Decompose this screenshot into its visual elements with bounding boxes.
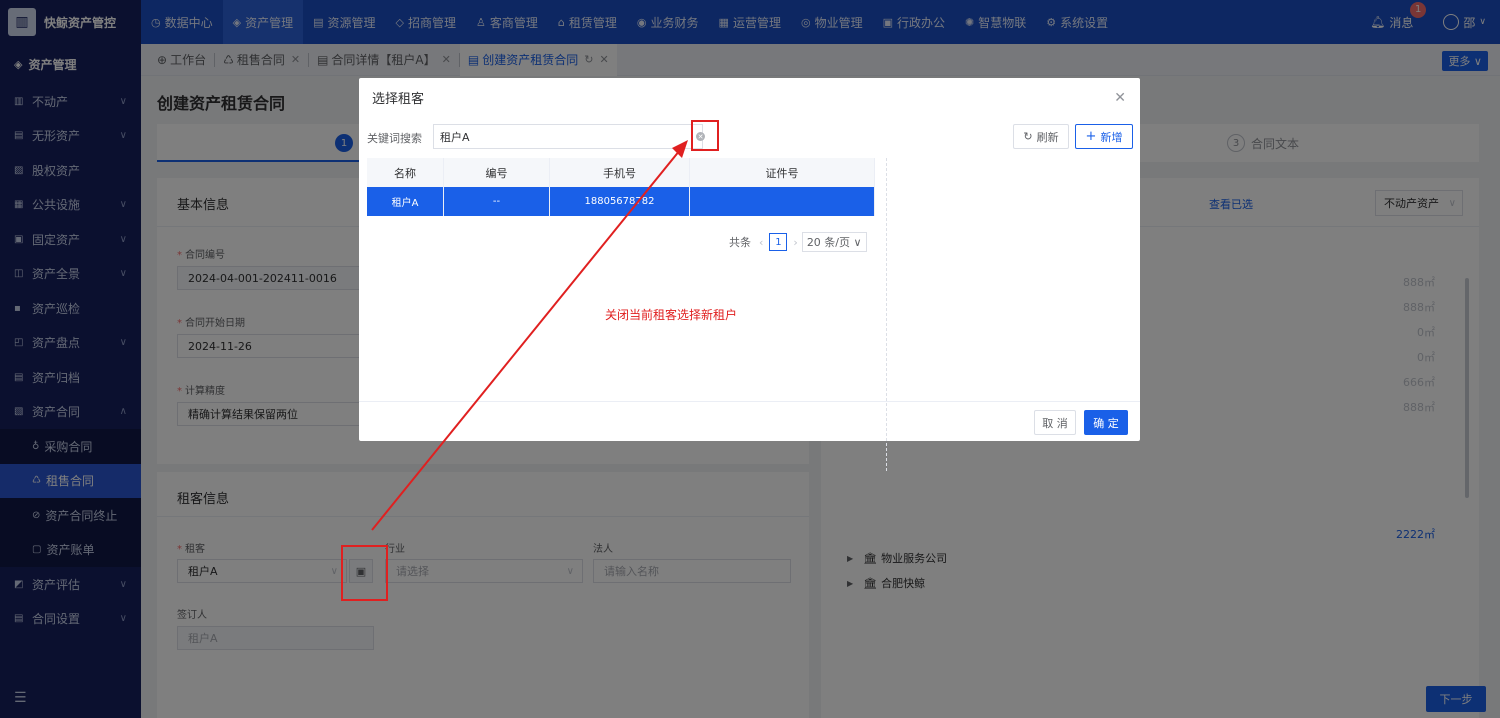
- column-header: 手机号: [550, 158, 690, 187]
- confirm-button[interactable]: 确 定: [1084, 410, 1128, 435]
- tenant-table: 名称 编号 手机号 证件号 租户A -- 18805678782: [367, 158, 875, 216]
- dialog-title: 选择租客: [372, 92, 425, 107]
- column-header: 编号: [444, 158, 550, 187]
- keyword-label: 关键词搜索: [367, 132, 422, 145]
- table-header: 名称 编号 手机号 证件号: [367, 158, 875, 187]
- cancel-button[interactable]: 取 消: [1034, 410, 1076, 435]
- page-1-button[interactable]: 1: [769, 233, 788, 251]
- table-cell: --: [444, 187, 550, 216]
- page-size-select[interactable]: 20 条/页 ∨: [801, 232, 867, 252]
- table-cell: [690, 187, 875, 216]
- select-tenant-dialog: 选择租客 ✕ 关键词搜索 租户A ✕ ↻ 刷新 + 新增 名称 编号 手机号 证件号…: [359, 78, 1140, 471]
- divider: [359, 401, 1140, 402]
- refresh-label: 刷新: [1036, 130, 1059, 144]
- refresh-icon: ↻: [1023, 130, 1033, 143]
- column-header: 名称: [367, 158, 444, 187]
- plus-icon: +: [1085, 129, 1097, 144]
- next-page-icon[interactable]: ›: [793, 236, 797, 249]
- pager-total: 共条: [729, 236, 751, 249]
- table-row[interactable]: 租户A -- 18805678782: [367, 187, 875, 216]
- pagination: 共条 ‹ 1 › 20 条/页 ∨: [729, 232, 867, 252]
- add-tenant-button[interactable]: + 新增: [1075, 124, 1133, 149]
- prev-page-icon[interactable]: ‹: [759, 236, 763, 249]
- highlight-box: [341, 545, 388, 601]
- table-cell: 18805678782: [550, 187, 690, 216]
- highlight-box: [691, 120, 719, 151]
- divider: [886, 158, 887, 471]
- annotation-text: 关闭当前租客选择新租户: [605, 308, 738, 322]
- column-header: 证件号: [690, 158, 875, 187]
- refresh-button[interactable]: ↻ 刷新: [1013, 124, 1069, 149]
- add-label: 新增: [1100, 130, 1123, 144]
- table-cell: 租户A: [367, 187, 444, 216]
- keyword-search-input[interactable]: 租户A: [433, 124, 703, 149]
- page-size-value: 20 条/页: [806, 236, 851, 249]
- close-icon[interactable]: ✕: [1114, 90, 1126, 106]
